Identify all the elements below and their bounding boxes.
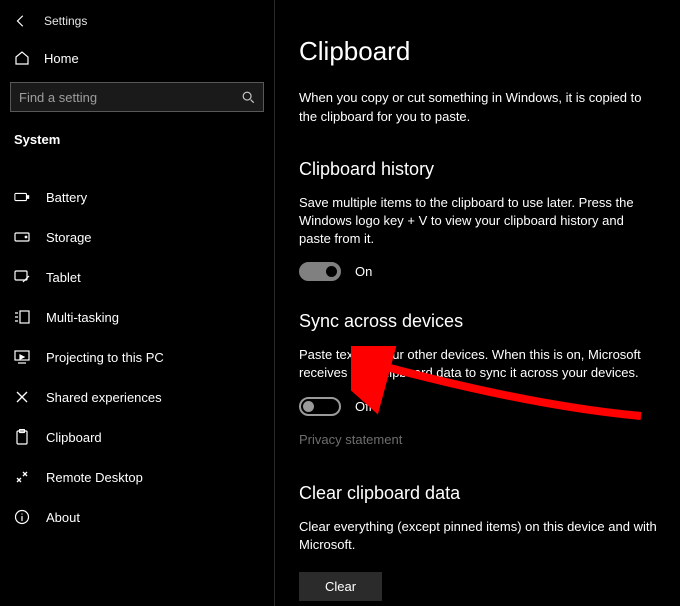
history-toggle-label: On <box>355 264 372 279</box>
sync-heading: Sync across devices <box>299 311 658 332</box>
privacy-statement-link[interactable]: Privacy statement <box>299 432 402 447</box>
sidebar-section-label: System <box>0 122 274 159</box>
about-icon <box>14 509 30 525</box>
remote-desktop-icon <box>14 469 30 485</box>
home-label: Home <box>44 51 79 66</box>
clear-heading: Clear clipboard data <box>299 483 658 504</box>
shared-experiences-icon <box>14 389 30 405</box>
back-icon[interactable] <box>14 14 28 28</box>
sidebar-item-label: About <box>46 510 260 525</box>
sync-toggle-row: Off <box>299 397 658 416</box>
sidebar-item-label: Battery <box>46 190 260 205</box>
clear-button[interactable]: Clear <box>299 572 382 601</box>
sidebar-item-projecting[interactable]: Projecting to this PC <box>0 337 274 377</box>
search-container <box>0 76 274 122</box>
sidebar-item-label: Multi-tasking <box>46 310 260 325</box>
sync-desc: Paste text on your other devices. When t… <box>299 346 658 382</box>
sidebar-item-multitasking[interactable]: Multi-tasking <box>0 297 274 337</box>
search-input[interactable] <box>19 90 241 105</box>
battery-icon <box>14 189 30 205</box>
tablet-icon <box>14 269 30 285</box>
sidebar-item-remote-desktop[interactable]: Remote Desktop <box>0 457 274 497</box>
section-clipboard-history: Clipboard history Save multiple items to… <box>299 159 658 282</box>
sync-toggle[interactable] <box>299 397 341 416</box>
clipboard-icon <box>14 429 30 445</box>
sidebar-item-label: Shared experiences <box>46 390 260 405</box>
section-sync: Sync across devices Paste text on your o… <box>299 311 658 446</box>
sidebar-item-label: Projecting to this PC <box>46 350 260 365</box>
home-icon <box>14 50 30 66</box>
sidebar-item-shared-experiences[interactable]: Shared experiences <box>0 377 274 417</box>
sidebar-nav: Battery Storage Tablet <box>0 177 274 537</box>
history-heading: Clipboard history <box>299 159 658 180</box>
page-title: Clipboard <box>299 36 658 67</box>
sidebar-item-clipboard[interactable]: Clipboard <box>0 417 274 457</box>
sidebar-item-about[interactable]: About <box>0 497 274 537</box>
history-toggle-row: On <box>299 262 658 281</box>
main-content: Clipboard When you copy or cut something… <box>275 0 680 606</box>
clear-desc: Clear everything (except pinned items) o… <box>299 518 658 554</box>
sidebar-item-tablet[interactable]: Tablet <box>0 257 274 297</box>
sidebar-item-storage[interactable]: Storage <box>0 217 274 257</box>
storage-icon <box>14 229 30 245</box>
sidebar-item-label: Clipboard <box>46 430 260 445</box>
multitasking-icon <box>14 309 30 325</box>
projecting-icon <box>14 349 30 365</box>
home-nav[interactable]: Home <box>0 40 274 76</box>
sidebar: Settings Home System Bat <box>0 0 275 606</box>
window-title-bar: Settings <box>0 8 274 40</box>
sidebar-item-battery[interactable]: Battery <box>0 177 274 217</box>
sync-toggle-label: Off <box>355 399 372 414</box>
page-intro: When you copy or cut something in Window… <box>299 89 658 127</box>
search-box[interactable] <box>10 82 264 112</box>
sidebar-item-label: Tablet <box>46 270 260 285</box>
sidebar-item-label: Remote Desktop <box>46 470 260 485</box>
sidebar-item-label: Storage <box>46 230 260 245</box>
search-icon <box>241 90 255 104</box>
history-desc: Save multiple items to the clipboard to … <box>299 194 658 249</box>
history-toggle[interactable] <box>299 262 341 281</box>
section-clear: Clear clipboard data Clear everything (e… <box>299 483 658 601</box>
window-title: Settings <box>44 14 87 28</box>
